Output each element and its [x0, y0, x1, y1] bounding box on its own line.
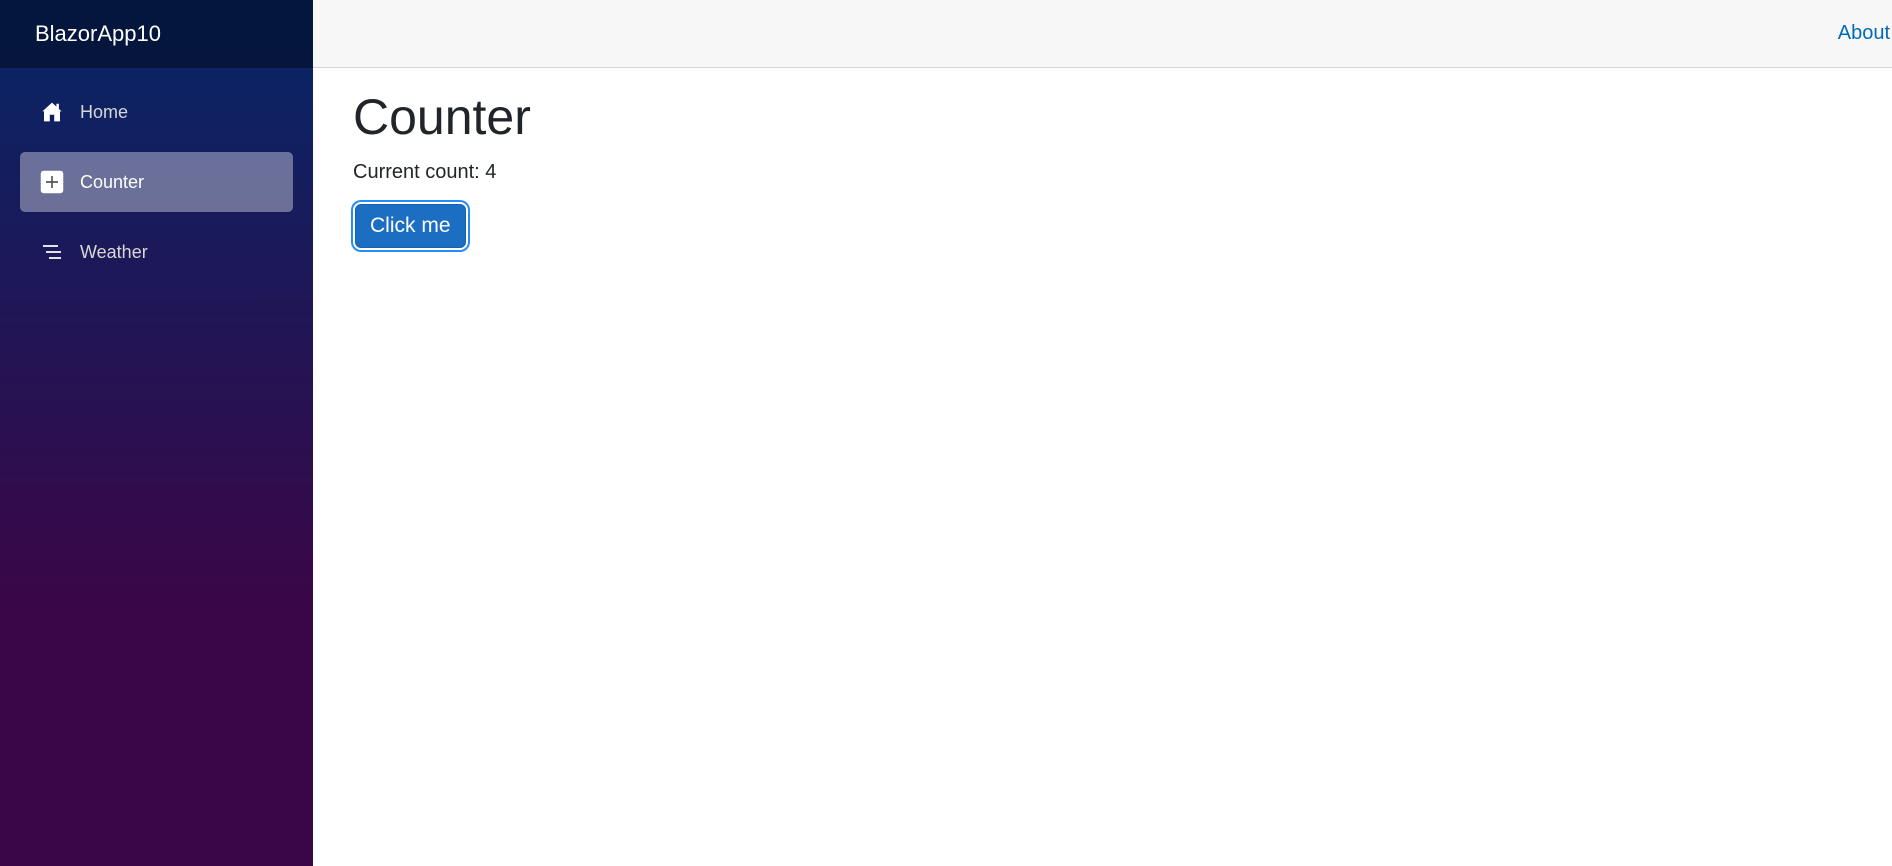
- brand-bar: BlazorApp10: [0, 0, 313, 68]
- nav-item-counter-label: Counter: [80, 171, 145, 192]
- top-row: About: [313, 0, 1892, 68]
- about-link[interactable]: About: [1838, 22, 1890, 45]
- nav-item-counter[interactable]: Counter: [20, 152, 293, 212]
- list-icon: [40, 240, 64, 264]
- page-title: Counter: [353, 89, 531, 145]
- house-icon: [40, 100, 64, 124]
- main-area: About Counter Current count: 4 Click me: [313, 0, 1892, 866]
- nav-item-home-label: Home: [80, 101, 129, 122]
- sidebar: BlazorApp10 Home Counter Weather: [0, 0, 313, 866]
- plus-square-icon: [40, 170, 64, 194]
- nav-item-home[interactable]: Home: [20, 82, 293, 142]
- brand-link[interactable]: BlazorApp10: [35, 21, 161, 47]
- app-root: BlazorApp10 Home Counter Weather About C…: [0, 0, 1892, 866]
- page-content: Counter Current count: 4 Click me: [313, 68, 1892, 248]
- click-me-button[interactable]: Click me: [355, 204, 466, 248]
- count-status: Current count: 4: [353, 161, 497, 183]
- nav-item-weather[interactable]: Weather: [20, 222, 293, 282]
- nav-menu: Home Counter Weather: [0, 68, 313, 282]
- nav-item-weather-label: Weather: [80, 241, 148, 262]
